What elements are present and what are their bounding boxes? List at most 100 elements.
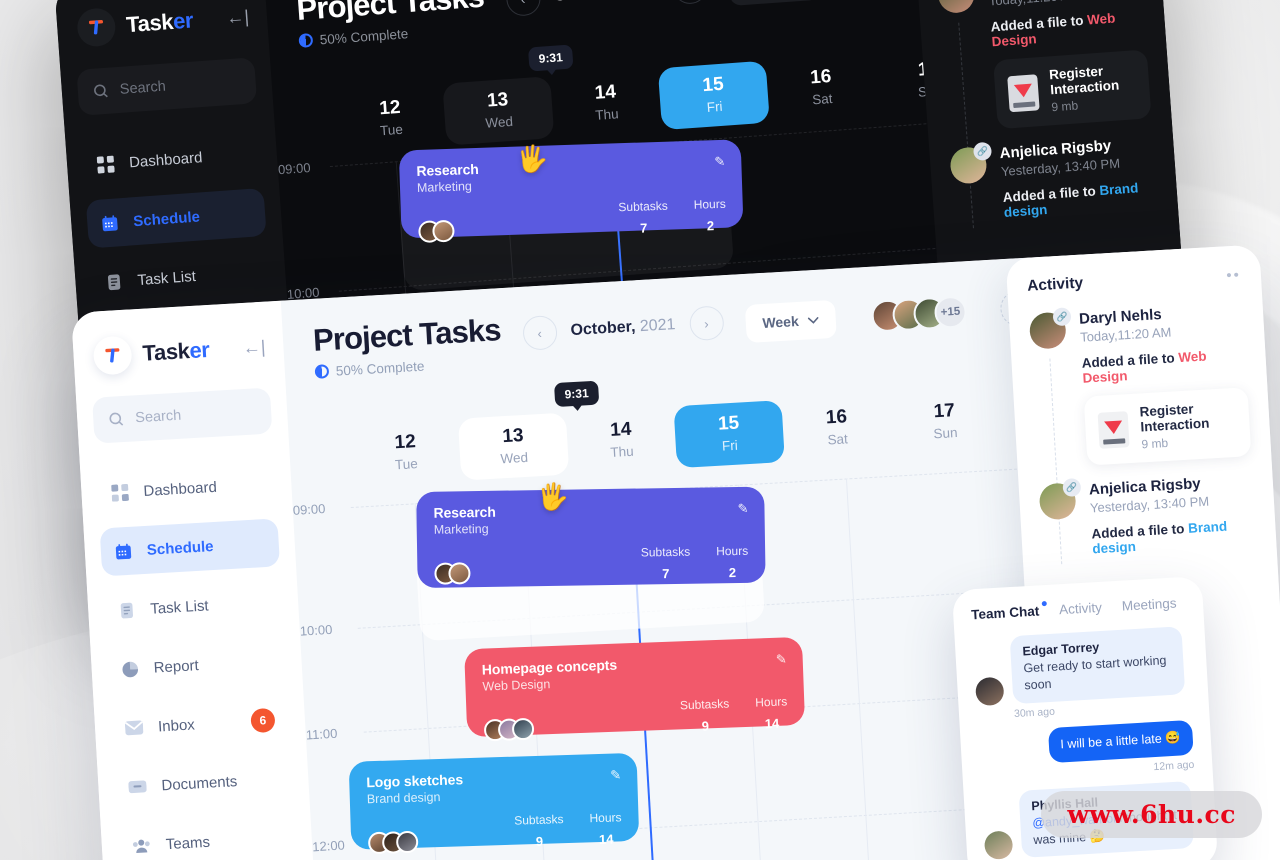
brand-name: Tasker xyxy=(141,336,211,366)
pie-chart-icon xyxy=(122,661,138,677)
task-meta: Subtasks 9 xyxy=(679,696,730,734)
task-meta: Hours 14 xyxy=(754,694,788,732)
member-avatars[interactable]: +15 xyxy=(870,295,968,333)
search-placeholder: Search xyxy=(134,407,182,427)
sidebar-item-dashboard[interactable]: Dashboard xyxy=(82,129,263,190)
activity-item[interactable]: 🔗 Anjelica Rigsby Yesterday, 13:40 PM Ad… xyxy=(1038,472,1257,559)
inbox-badge: 6 xyxy=(250,707,276,734)
page-title: Project Tasks xyxy=(312,312,502,358)
prev-month-button[interactable]: ‹ xyxy=(521,314,558,351)
task-meta: Hours 14 xyxy=(589,810,622,848)
chat-bubble[interactable]: Edgar Torrey Get ready to start working … xyxy=(1009,626,1186,704)
sidebar-item-teams[interactable]: Teams xyxy=(117,813,297,860)
search-icon xyxy=(109,412,124,426)
pencil-icon[interactable]: ✎ xyxy=(714,154,725,170)
activity-time: Today,11:20 AM xyxy=(988,0,1143,9)
activity-file[interactable]: Register Interaction 9 mb xyxy=(1083,387,1252,466)
chat-message: Edgar Torrey Get ready to start working … xyxy=(973,626,1191,706)
avatar xyxy=(936,0,976,15)
tab-meetings[interactable]: Meetings xyxy=(1121,596,1177,614)
search-input[interactable]: Search xyxy=(92,387,273,444)
chat-tabs: Team Chat Activity Meetings xyxy=(971,595,1186,623)
avatar xyxy=(432,219,455,243)
day-column-header[interactable]: 13 Wed xyxy=(457,412,570,481)
task-meta: Subtasks 9 xyxy=(513,812,564,849)
task-card[interactable]: ✎ Research Marketing Subtasks 7 Hours 2 xyxy=(416,486,766,589)
activity-item[interactable]: 🔗 Anjelica Rigsby Yesterday, 13:40 PM Ad… xyxy=(949,134,1158,223)
avatar xyxy=(974,676,1005,706)
task-meta: Subtasks 7 xyxy=(618,198,668,236)
day-column-header[interactable]: 14 Thu xyxy=(550,68,662,138)
list-icon xyxy=(107,273,121,290)
chevron-down-icon xyxy=(807,316,819,324)
sidebar-item-label: Report xyxy=(153,656,200,677)
activity-item[interactable]: 🔗 Daryl Nehls Today,11:20 AM Added a fil… xyxy=(1028,301,1252,468)
sidebar-item-dashboard[interactable]: Dashboard xyxy=(96,459,276,517)
task-subtitle: Marketing xyxy=(433,521,489,537)
sidebar-item-label: Schedule xyxy=(132,207,201,230)
file-name: Register Interaction xyxy=(1139,401,1210,435)
pencil-icon[interactable]: ✎ xyxy=(775,651,786,667)
tasker-logo-icon xyxy=(76,7,117,48)
collapse-sidebar-icon[interactable]: ←| xyxy=(242,337,266,358)
task-card[interactable]: ✎ Logo sketches Brand design Subtasks 9 H… xyxy=(348,752,640,855)
day-column-header[interactable]: 17Sun xyxy=(889,388,1000,456)
paperclip-icon: 🔗 xyxy=(1062,478,1082,498)
day-column-header[interactable]: 12 Tue xyxy=(350,419,461,487)
range-selector[interactable]: Week xyxy=(744,299,837,343)
activity-file[interactable]: Register Interaction 9 mb xyxy=(993,49,1152,130)
calendar-icon xyxy=(102,214,118,231)
prev-month-button[interactable]: ‹ xyxy=(504,0,542,17)
activity-item[interactable]: 🔗 Daryl Nehls Today,11:20 AM Added a fil… xyxy=(936,0,1152,133)
day-column-header[interactable]: 14 Thu xyxy=(566,406,677,474)
current-time-chip: 9:31 xyxy=(553,380,600,408)
task-card[interactable]: ✎ Homepage concepts Web Design Subtasks 9… xyxy=(464,636,806,742)
activity-text: Added a file to Web Design xyxy=(990,10,1116,50)
sidebar-item-label: Dashboard xyxy=(128,148,203,171)
sidebar-item-label: Inbox xyxy=(157,715,196,735)
chat-bubble[interactable]: I will be a little late 😅 xyxy=(1047,719,1194,763)
tasker-logo-icon xyxy=(92,335,133,376)
grid-icon xyxy=(96,155,115,174)
sidebar-item-schedule[interactable]: Schedule xyxy=(99,518,281,577)
search-input[interactable]: Search xyxy=(76,57,258,116)
day-column-header[interactable]: 12 Tue xyxy=(335,84,447,154)
pencil-icon[interactable]: ✎ xyxy=(610,767,621,783)
day-column-header-today[interactable]: 15 Fri xyxy=(657,60,770,131)
day-column-header-today[interactable]: 15 Fri xyxy=(673,400,785,469)
activity-text: Added a file to Brand design xyxy=(1091,518,1228,557)
range-selector[interactable]: Week xyxy=(727,0,821,7)
paperclip-icon: 🔗 xyxy=(972,141,993,161)
brand: Tasker ←| xyxy=(76,0,250,48)
file-size: 9 mb xyxy=(1051,98,1079,115)
task-card[interactable]: ✎ Research Marketing Subtasks 7 Hours 2 xyxy=(398,139,744,243)
half-circle-icon xyxy=(298,33,314,48)
sidebar-item-report[interactable]: Report xyxy=(106,636,286,694)
collapse-sidebar-icon[interactable]: ←| xyxy=(226,6,250,28)
next-month-button[interactable]: › xyxy=(688,305,725,342)
task-meta: Hours 2 xyxy=(693,196,726,234)
sidebar-item-documents[interactable]: Documents xyxy=(113,754,293,812)
hour-label: 12:00 xyxy=(311,837,346,855)
sidebar-item-schedule[interactable]: Schedule xyxy=(85,187,267,249)
pencil-icon[interactable]: ✎ xyxy=(737,501,748,517)
pdf-file-icon xyxy=(1007,73,1040,112)
sidebar-item-task-list[interactable]: Task List xyxy=(103,577,283,635)
day-column-header[interactable]: 16 Sat xyxy=(765,53,877,123)
sidebar-item-inbox[interactable]: Inbox 6 xyxy=(110,695,290,753)
day-column-header[interactable]: 16 Sat xyxy=(781,394,892,462)
day-strip-light: 12 Tue 13 Wed 14 Thu 15 Fri 16 Sat 17 Sun xyxy=(350,388,1000,487)
paperclip-icon: 🔗 xyxy=(1052,307,1072,327)
day-column-header[interactable]: 13 Wed xyxy=(442,76,555,146)
file-name: Register Interaction xyxy=(1048,63,1120,98)
watermark: www.6hu.cc xyxy=(1041,791,1262,838)
calendar-icon xyxy=(115,543,132,559)
half-circle-icon xyxy=(314,364,330,379)
next-month-button[interactable]: › xyxy=(671,0,708,6)
task-members xyxy=(367,830,419,855)
hour-label: 11:00 xyxy=(305,725,338,743)
tab-team-chat[interactable]: Team Chat xyxy=(971,603,1040,622)
tab-activity[interactable]: Activity xyxy=(1059,600,1103,617)
sidebar-item-task-list[interactable]: Task List xyxy=(90,247,271,308)
more-options-icon[interactable]: •• xyxy=(1226,266,1241,284)
